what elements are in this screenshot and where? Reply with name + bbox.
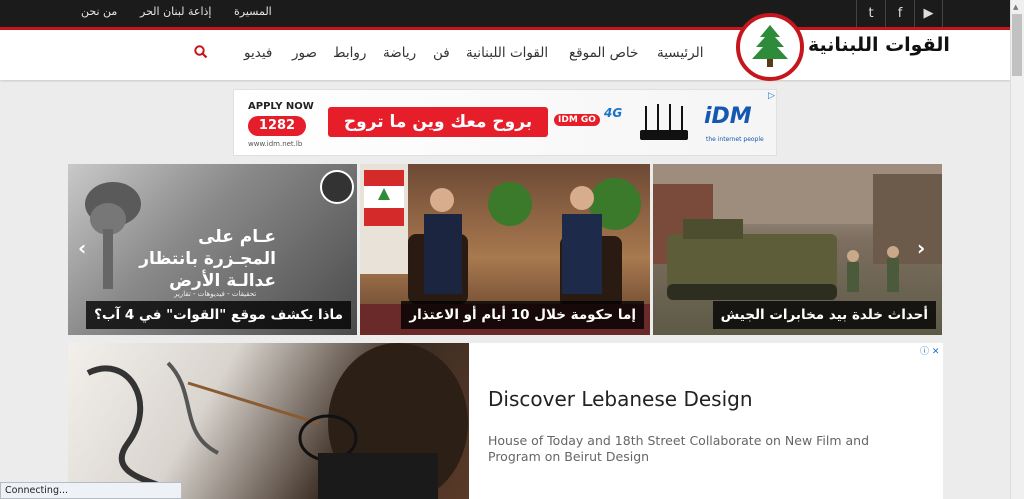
search-icon[interactable] (194, 44, 208, 63)
slider-next-icon[interactable]: › (917, 236, 925, 260)
nav-item-art[interactable]: فن (433, 45, 450, 61)
nav-item-lf[interactable]: القوات اللبنانية (466, 45, 548, 61)
router-icon (640, 104, 688, 140)
slide-caption[interactable]: أحداث خلدة بيد مخابرات الجيش (712, 301, 936, 329)
ad-description: House of Today and 18th Street Collabora… (488, 433, 870, 464)
ad-apply-text: APPLY NOW (248, 101, 314, 112)
scroll-thumb[interactable] (1012, 14, 1022, 76)
top-link-radio[interactable]: إذاعة لبنان الحر (140, 5, 211, 18)
slider-prev-icon[interactable]: ‹ (78, 236, 86, 260)
logo-text[interactable]: القوات اللبنانية (808, 34, 950, 56)
ad-url: www.idm.net.lb (248, 140, 303, 148)
social-links: t f ▶ (856, 0, 943, 27)
site-logo[interactable] (736, 13, 804, 81)
lf-logo-badge (320, 170, 354, 204)
facebook-icon[interactable]: f (885, 0, 914, 27)
youtube-icon[interactable]: ▶ (914, 0, 943, 27)
nav-item-photos[interactable]: صور (292, 45, 317, 61)
nav-item-exclusive[interactable]: خاص الموقع (569, 45, 638, 61)
ad-idmgo-badge: IDM GO (554, 114, 600, 126)
browser-status-bar: Connecting... (0, 482, 182, 499)
slide-card[interactable]: › أحداث خلدة بيد مخابرات الجيش (653, 164, 942, 335)
adchoices-icon[interactable]: ⓘ ✕ (920, 344, 939, 357)
twitter-icon[interactable]: t (856, 0, 885, 27)
slide-card[interactable]: إما حكومة خلال 10 أيام أو الاعتذار (360, 164, 650, 335)
scroll-up-icon[interactable]: ▲ (1013, 3, 1018, 11)
cedar-icon (752, 25, 788, 67)
ad-brand-logo: iDM (704, 104, 752, 129)
slide-overlay-tags: تحقيقات - فيديوهات - تقارير (174, 290, 257, 298)
slide-caption[interactable]: إما حكومة خلال 10 أيام أو الاعتذار (401, 301, 644, 329)
idm-ad-banner[interactable]: APPLY NOW 1282 www.idm.net.lb بروح معك و… (233, 89, 777, 156)
ad-tagline: the internet people (706, 136, 764, 143)
nav-item-links[interactable]: روابط (333, 45, 366, 61)
ad-phone-number: 1282 (248, 116, 306, 136)
slide-caption[interactable]: ماذا يكشف موقع "القوات" في 4 آب؟ (86, 301, 351, 329)
slide-overlay-title: عـام على المجـزرة بانتظار عدالـة الأرض (139, 227, 276, 291)
design-ad[interactable]: Discover Lebanese Design House of Today … (68, 343, 943, 499)
ad-photo-painter (68, 343, 469, 499)
nav-item-home[interactable]: الرئيسية (657, 45, 704, 61)
ad-title[interactable]: Discover Lebanese Design (488, 387, 753, 411)
ad-4g-label: 4G (604, 106, 623, 120)
ad-slogan: بروح معك وين ما تروح (328, 107, 548, 137)
top-link-almassira[interactable]: المسيرة (234, 5, 272, 18)
nav-item-video[interactable]: فيديو (244, 45, 272, 61)
ad-close-icon[interactable]: ▷✕ (768, 91, 776, 101)
top-link-about[interactable]: من نحن (81, 5, 117, 18)
slide-card[interactable]: عـام على المجـزرة بانتظار عدالـة الأرض ت… (68, 164, 357, 335)
nav-item-sports[interactable]: رياضة (383, 45, 416, 61)
